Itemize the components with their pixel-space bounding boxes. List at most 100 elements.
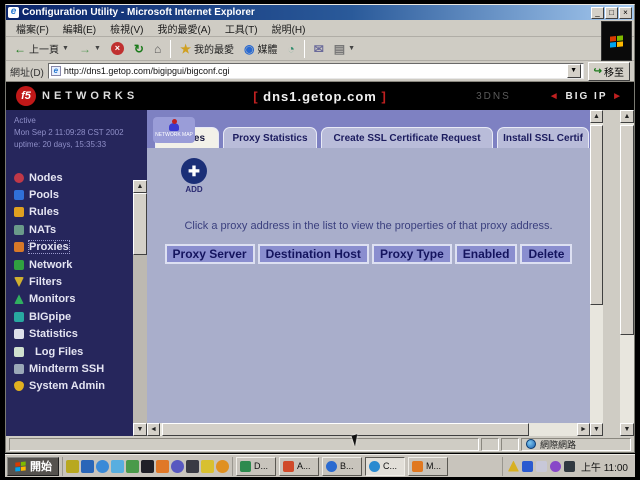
sidebar-item-bigpipe[interactable]: BIGpipe (14, 308, 133, 325)
tray-icon-4[interactable] (550, 461, 561, 472)
status-active: Active (14, 115, 133, 127)
statistics-icon (14, 329, 24, 339)
quicklaunch-icon-1[interactable] (66, 460, 79, 473)
back-button[interactable]: ← 上一頁 ▼ (10, 39, 73, 58)
stop-button[interactable]: × (107, 40, 128, 57)
scrollbar-thumb[interactable] (162, 423, 529, 436)
title-bar[interactable]: e Configuration Utility - Microsoft Inte… (6, 5, 634, 20)
sidebar-item-system-admin[interactable]: System Admin (14, 378, 133, 395)
start-button[interactable]: 開始 (7, 457, 59, 476)
tray-icon-3[interactable] (536, 461, 547, 472)
menu-tools[interactable]: 工具(T) (219, 20, 264, 37)
menu-file[interactable]: 檔案(F) (10, 20, 55, 37)
tray-icon-2[interactable] (522, 461, 533, 472)
scroll-left-icon[interactable]: ◄ (147, 423, 160, 436)
sidebar-item-nodes[interactable]: Nodes (14, 169, 133, 186)
system-status: Active Mon Sep 2 11:09:28 CST 2002 uptim… (14, 115, 133, 151)
network-map-button[interactable]: NETWORK MAP (153, 117, 195, 143)
print-dropdown-icon[interactable]: ▼ (348, 45, 355, 52)
tab-install-ssl-certificate[interactable]: Install SSL Certif (497, 127, 589, 148)
sidebar-item-filters[interactable]: Filters (14, 273, 133, 290)
favorites-button[interactable]: ★ 我的最愛 (176, 39, 238, 58)
column-destination-host[interactable]: Destination Host (258, 244, 369, 264)
quicklaunch-icon-11[interactable] (216, 460, 229, 473)
scroll-up-icon[interactable]: ▲ (620, 110, 634, 123)
quicklaunch-icon-5[interactable] (126, 460, 139, 473)
home-button[interactable]: ⌂ (150, 41, 165, 57)
scrollbar-thumb[interactable] (133, 193, 147, 255)
refresh-icon: ↻ (134, 43, 144, 55)
forward-button[interactable]: → ▼ (75, 41, 105, 57)
media-button[interactable]: ◉ 媒體 (240, 39, 281, 58)
sidebar-item-logfiles[interactable]: Log Files (14, 343, 133, 360)
taskbar-window-4-active[interactable]: C... (365, 457, 405, 476)
taskbar-window-1[interactable]: D... (236, 457, 276, 476)
close-button[interactable]: × (619, 7, 632, 19)
taskbar-window-2[interactable]: A... (279, 457, 319, 476)
sidebar-item-proxies[interactable]: Proxies (14, 239, 133, 256)
scroll-up-icon[interactable]: ▲ (133, 180, 147, 193)
scroll-down-icon[interactable]: ▼ (590, 423, 603, 436)
print-icon: ▤ (334, 43, 345, 55)
back-dropdown-icon[interactable]: ▼ (62, 45, 69, 52)
go-icon: ↪ (594, 66, 602, 77)
scrollbar-thumb[interactable] (620, 125, 634, 335)
address-dropdown-icon[interactable]: ▼ (567, 64, 581, 78)
sidebar-item-monitors[interactable]: Monitors (14, 291, 133, 308)
column-proxy-type[interactable]: Proxy Type (372, 244, 452, 264)
url-input[interactable] (64, 66, 567, 76)
scroll-right-icon[interactable]: ► (577, 423, 590, 436)
menu-view[interactable]: 檢視(V) (104, 20, 149, 37)
column-proxy-server[interactable]: Proxy Server (165, 244, 255, 264)
tab-create-ssl-certificate-request[interactable]: Create SSL Certificate Request (321, 127, 493, 148)
sidebar-item-nats[interactable]: NATs (14, 221, 133, 238)
taskbar-window-5[interactable]: M... (408, 457, 448, 476)
sidebar-item-statistics[interactable]: Statistics (14, 326, 133, 343)
minimize-button[interactable]: _ (591, 7, 604, 19)
taskbar-clock[interactable]: 上午 11:00 (581, 459, 628, 474)
tab-proxy-statistics[interactable]: Proxy Statistics (223, 127, 317, 148)
history-button[interactable]: ◔ (283, 41, 298, 57)
address-bar: 網址(D) e ▼ ↪ 移至 (6, 61, 634, 82)
sidebar-item-rules[interactable]: Rules (14, 204, 133, 221)
scrollbar-thumb[interactable] (590, 125, 603, 305)
quicklaunch-icon-6[interactable] (141, 460, 154, 473)
quicklaunch-icon-2[interactable] (81, 460, 94, 473)
stop-icon: × (111, 42, 124, 55)
ie-icon: e (8, 7, 19, 18)
add-proxy-button[interactable]: ✚ ADD (169, 158, 219, 194)
scroll-down-icon[interactable]: ▼ (620, 423, 634, 436)
quicklaunch-icon-10[interactable] (201, 460, 214, 473)
scroll-down-icon[interactable]: ▼ (133, 423, 147, 436)
sidebar-item-network[interactable]: Network (14, 256, 133, 273)
sidebar-item-pools[interactable]: Pools (14, 186, 133, 203)
menu-help[interactable]: 說明(H) (266, 20, 312, 37)
column-enabled[interactable]: Enabled (455, 244, 518, 264)
refresh-button[interactable]: ↻ (130, 41, 148, 57)
sidebar-item-mindterm-ssh[interactable]: Mindterm SSH (14, 360, 133, 377)
tray-icon-5[interactable] (564, 461, 575, 472)
tab-strip: NETWORK MAP Proxies Proxy Statistics Cre… (147, 110, 590, 148)
security-zone-pane: 網際網路 (521, 438, 631, 451)
forward-dropdown-icon[interactable]: ▼ (94, 45, 101, 52)
tray-icon-1[interactable] (508, 461, 519, 472)
scroll-up-icon[interactable]: ▲ (590, 110, 603, 123)
frame-gap (603, 110, 620, 436)
taskbar-window-3[interactable]: B... (322, 457, 362, 476)
maximize-button[interactable]: □ (605, 7, 618, 19)
ie-throbber (601, 21, 632, 61)
column-delete[interactable]: Delete (520, 244, 572, 264)
print-button[interactable]: ▤ ▼ (330, 41, 359, 57)
menu-edit[interactable]: 編輯(E) (57, 20, 102, 37)
quicklaunch-icon-3[interactable] (96, 460, 109, 473)
rules-icon (14, 207, 24, 217)
go-button[interactable]: ↪ 移至 (588, 62, 630, 81)
status-pane (501, 438, 519, 451)
quicklaunch-icon-8[interactable] (171, 460, 184, 473)
quicklaunch-icon-4[interactable] (111, 460, 124, 473)
menu-favorites[interactable]: 我的最愛(A) (151, 20, 216, 37)
mail-button[interactable]: ✉ (310, 41, 328, 57)
quicklaunch-icon-7[interactable] (156, 460, 169, 473)
address-combobox[interactable]: e ▼ (48, 63, 584, 79)
quicklaunch-icon-9[interactable] (186, 460, 199, 473)
